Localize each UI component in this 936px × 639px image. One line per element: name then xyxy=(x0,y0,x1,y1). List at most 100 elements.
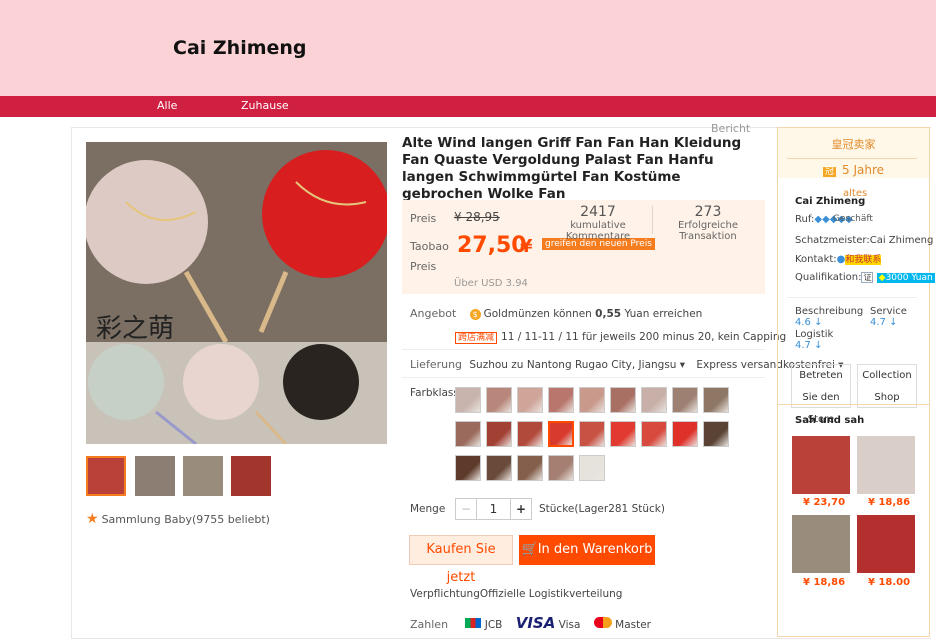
nav-item-all[interactable]: Alle xyxy=(157,99,177,112)
contact-link[interactable]: 和我联系 xyxy=(845,255,882,265)
delivery-destination-select[interactable]: Nantong Rugao City, Jiangsu ▾ xyxy=(527,359,685,371)
color-swatch[interactable] xyxy=(641,421,667,447)
seller-name[interactable]: Cai Zhimeng xyxy=(795,196,865,207)
store-header: Cai Zhimeng xyxy=(0,0,936,96)
offer-row: Angebot $ Goldmünzen können 0,55 Yuan err… xyxy=(410,307,702,320)
service-rating: Service 4.7 ↓ xyxy=(870,306,907,328)
seen-title: Sah und sah xyxy=(795,415,865,426)
recommended-item-image[interactable] xyxy=(792,436,850,494)
commitment-text: Offizielle Logistikverteilung xyxy=(479,588,623,600)
service-score-value: 4.7 xyxy=(870,317,886,328)
color-swatch[interactable] xyxy=(455,421,481,447)
add-to-cart-button[interactable]: 🛒In den Warenkorb xyxy=(519,535,655,565)
years-icon: 冠 xyxy=(823,167,837,177)
color-swatch[interactable] xyxy=(548,455,574,481)
currency-symbol: ¥ xyxy=(520,236,533,257)
favorite-label: Sammlung Baby(9755 beliebt) xyxy=(101,513,270,526)
desc-score-value: 4.6 xyxy=(795,317,811,328)
thumbnail[interactable] xyxy=(183,456,223,496)
color-swatch[interactable] xyxy=(610,421,636,447)
logistics-label: Logistik xyxy=(795,329,834,340)
recommended-item-image[interactable] xyxy=(857,436,915,494)
mastercard-icon xyxy=(593,617,612,628)
coins-value: 0,55 xyxy=(595,308,622,320)
enter-store-button[interactable]: Betreten Sie den Store xyxy=(791,364,851,425)
color-swatch[interactable] xyxy=(517,387,543,413)
color-swatch[interactable] xyxy=(517,455,543,481)
thumbnail[interactable] xyxy=(231,456,271,496)
color-swatch[interactable] xyxy=(548,421,574,447)
quantity-decrement-button[interactable]: − xyxy=(455,498,477,520)
color-swatch[interactable] xyxy=(641,387,667,413)
recommended-item-price: ¥ 18,86 xyxy=(803,577,846,588)
desc-rating: Beschreibung 4.6 ↓ xyxy=(795,306,863,328)
collection-shop-button[interactable]: Collection Shop xyxy=(857,364,917,408)
transactions-count: 273 xyxy=(694,204,722,220)
star-icon: ★ xyxy=(86,511,99,527)
thumbnail[interactable] xyxy=(86,456,126,496)
color-label: Farbklassifizierung xyxy=(410,387,458,399)
logistics-rating: Logistik 4.7 ↓ xyxy=(795,329,833,351)
service-score: 4.7 ↓ xyxy=(870,317,898,328)
product-main-image[interactable]: 彩之萌 xyxy=(86,142,387,444)
deposit-label: 3000 Yuan xyxy=(885,273,933,283)
seller-fame: Ruf:◆◆◆◆◆ Geschäft xyxy=(795,214,873,225)
comments-label: kumulative Kommentare xyxy=(565,220,631,242)
taobao-price-label: Taobao Preis xyxy=(410,240,449,273)
service-label: Service xyxy=(870,306,907,317)
shield-icon: ◆ xyxy=(878,273,886,283)
logistics-score: 4.7 ↓ xyxy=(795,340,823,351)
cart-icon: 🛒 xyxy=(521,542,538,557)
recommended-item-image[interactable] xyxy=(792,515,850,573)
divider xyxy=(402,349,765,350)
recommended-item-image[interactable] xyxy=(857,515,915,573)
color-swatch[interactable] xyxy=(486,387,512,413)
product-title: Alte Wind langen Griff Fan Fan Han Kleid… xyxy=(402,135,742,202)
svg-text:彩之萌: 彩之萌 xyxy=(96,314,174,344)
color-swatch[interactable] xyxy=(548,387,574,413)
color-swatch[interactable] xyxy=(455,387,481,413)
commitment-row: VerpflichtungOffizielle Logistikverteilu… xyxy=(410,588,622,600)
color-swatch[interactable] xyxy=(703,387,729,413)
contact-label: Kontakt: xyxy=(795,254,837,265)
nav-item-home[interactable]: Zuhause xyxy=(241,99,289,112)
color-swatch[interactable] xyxy=(579,455,605,481)
comments-count: 2417 xyxy=(580,204,616,220)
color-swatch[interactable] xyxy=(672,387,698,413)
deposit-badge[interactable]: ◆3000 Yuan xyxy=(876,273,935,283)
comments-stat[interactable]: 2417 kumulative Kommentare xyxy=(546,204,650,242)
thumbnail[interactable] xyxy=(135,456,175,496)
quantity-input[interactable]: 1 xyxy=(476,498,511,520)
divider xyxy=(787,297,917,298)
coins-prefix: Goldmünzen können xyxy=(483,308,592,320)
commitment-label: Verpflichtung xyxy=(410,588,480,600)
color-swatch[interactable] xyxy=(703,421,729,447)
divider xyxy=(402,377,765,378)
buy-now-button[interactable]: Kaufen Sie jetzt xyxy=(409,535,513,585)
quantity-increment-button[interactable]: + xyxy=(510,498,532,520)
crossstore-tag[interactable]: 跨店满减 xyxy=(455,332,498,344)
divider xyxy=(787,158,917,159)
delivery-label: Lieferung xyxy=(410,358,463,371)
report-link[interactable]: Bericht xyxy=(711,122,750,135)
color-swatch[interactable] xyxy=(579,421,605,447)
transactions-stat: 273 Erfolgreiche Transaktion xyxy=(654,204,762,242)
color-swatch[interactable] xyxy=(672,421,698,447)
payment-row: Zahlen JCB VISA Visa Master xyxy=(410,614,651,632)
color-swatch[interactable] xyxy=(455,455,481,481)
color-swatch[interactable] xyxy=(517,421,543,447)
color-swatch[interactable] xyxy=(486,455,512,481)
coin-icon: $ xyxy=(469,309,481,320)
usd-price: Über USD 3.94 xyxy=(454,278,528,289)
crossstore-text: 11 / 11-11 / 11 für jeweils 200 minus 20… xyxy=(501,331,787,343)
logistics-score-value: 4.7 xyxy=(795,340,811,351)
fame-overlay: Geschäft xyxy=(833,214,873,224)
favorite-link[interactable]: ★ Sammlung Baby(9755 beliebt) xyxy=(86,511,270,527)
store-nav: Alle Zuhause xyxy=(0,96,936,117)
color-swatch[interactable] xyxy=(579,387,605,413)
color-swatch[interactable] xyxy=(486,421,512,447)
visa-icon: VISA xyxy=(515,614,556,632)
store-name[interactable]: Cai Zhimeng xyxy=(173,37,307,59)
divider xyxy=(652,206,653,234)
color-swatch[interactable] xyxy=(610,387,636,413)
